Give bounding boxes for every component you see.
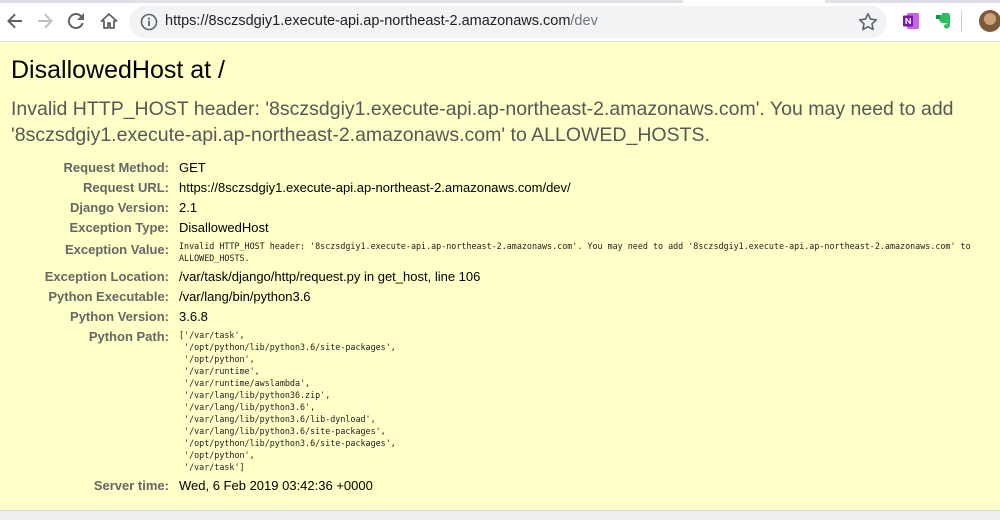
python-path-line: ['/var/task', (179, 330, 245, 340)
python-path-line: '/opt/python/lib/python3.6/site-packages… (179, 342, 396, 352)
meta-row-python-executable: Python Executable: /var/lang/bin/python3… (0, 287, 994, 307)
meta-value: 2.1 (179, 200, 198, 215)
meta-value-cell: Invalid HTTP_HOST header: '8sczsdgiy1.ex… (169, 238, 994, 267)
meta-label: Python Executable: (48, 289, 169, 304)
url-host: https://8sczsdgiy1.execute-api.ap-northe… (165, 13, 571, 29)
python-path-line: '/var/lang/lib/python3.6/site-packages', (179, 426, 386, 436)
meta-label: Request Method: (63, 160, 169, 175)
meta-row-python-version: Python Version: 3.6.8 (0, 307, 994, 327)
meta-row-django-version: Django Version: 2.1 (0, 198, 994, 218)
address-bar[interactable]: https://8sczsdgiy1.execute-api.ap-northe… (129, 6, 887, 38)
home-button[interactable] (96, 8, 122, 34)
python-path-line: '/var/lang/lib/python36.zip', (179, 390, 331, 400)
meta-value-cell: ['/var/task', '/opt/python/lib/python3.6… (169, 327, 994, 476)
exception-value-text: Invalid HTTP_HOST header: '8sczsdgiy1.ex… (179, 241, 971, 263)
meta-value: /var/task/django/http/request.py in get_… (179, 269, 481, 284)
toolbar-divider (961, 10, 962, 32)
meta-row-exception-value: Exception Value: Invalid HTTP_HOST heade… (0, 238, 994, 267)
meta-row-exception-location: Exception Location: /var/task/django/htt… (0, 267, 994, 287)
avatar-face (984, 13, 996, 25)
onenote-extension-icon[interactable] (901, 11, 921, 31)
meta-value: https://8sczsdgiy1.execute-api.ap-northe… (179, 180, 571, 195)
evernote-extension-icon[interactable] (934, 11, 954, 31)
url-text[interactable]: https://8sczsdgiy1.execute-api.ap-northe… (165, 13, 598, 29)
forward-arrow-icon (38, 13, 53, 29)
url-path: /dev (570, 13, 598, 29)
meta-value: Wed, 6 Feb 2019 03:42:36 +0000 (179, 478, 373, 493)
meta-row-server-time: Server time: Wed, 6 Feb 2019 03:42:36 +0… (0, 476, 994, 496)
forward-button[interactable] (32, 8, 58, 34)
tab-strip-edge (825, 0, 1000, 3)
python-path-line: '/var/lang/lib/python3.6', (179, 402, 316, 412)
home-icon (100, 13, 118, 29)
reload-button[interactable] (63, 8, 89, 34)
python-path-list: ['/var/task', '/opt/python/lib/python3.6… (179, 329, 994, 473)
python-path-line: '/opt/python', (179, 450, 255, 460)
meta-label: Python Version: (70, 309, 169, 324)
python-path-line: '/opt/python', (179, 354, 255, 364)
python-path-line: '/var/runtime/awslambda', (179, 378, 311, 388)
python-path-line: '/var/lang/lib/python3.6/lib-dynload', (179, 414, 376, 424)
request-meta-table: Request Method: GET Request URL: https:/… (0, 158, 994, 496)
tab-strip-edge (0, 0, 683, 3)
python-path-line: '/var/runtime', (179, 366, 260, 376)
back-button[interactable] (2, 8, 28, 34)
bookmark-star-icon[interactable] (857, 11, 879, 33)
meta-value: 3.6.8 (179, 309, 208, 324)
meta-value: /var/lang/bin/python3.6 (179, 289, 311, 304)
back-arrow-icon (7, 13, 22, 29)
browser-toolbar: https://8sczsdgiy1.execute-api.ap-northe… (0, 0, 1000, 42)
exception-summary: Invalid HTTP_HOST header: '8sczsdgiy1.ex… (11, 98, 954, 146)
meta-row-request-method: Request Method: GET (0, 158, 994, 178)
meta-label: Exception Location: (44, 269, 169, 284)
meta-label: Request URL: (83, 180, 169, 195)
page-title: DisallowedHost at / (11, 56, 225, 84)
info-icon[interactable] (139, 12, 159, 32)
meta-value: DisallowedHost (179, 220, 269, 235)
meta-row-exception-type: Exception Type: DisallowedHost (0, 218, 994, 238)
meta-label: Exception Type: (69, 220, 169, 235)
python-path-line: '/var/task'] (179, 462, 245, 472)
meta-label: Python Path: (88, 329, 169, 344)
meta-label: Exception Value: (64, 242, 169, 257)
profile-avatar[interactable] (979, 10, 1000, 32)
meta-label: Server time: (93, 478, 169, 493)
meta-label: Django Version: (70, 200, 169, 215)
meta-row-python-path: Python Path: ['/var/task', '/opt/python/… (0, 327, 994, 476)
meta-row-request-url: Request URL: https://8sczsdgiy1.execute-… (0, 178, 994, 198)
reload-icon (67, 12, 84, 29)
meta-value: GET (179, 160, 206, 175)
python-path-line: '/opt/python/lib/python3.6/site-packages… (179, 438, 396, 448)
